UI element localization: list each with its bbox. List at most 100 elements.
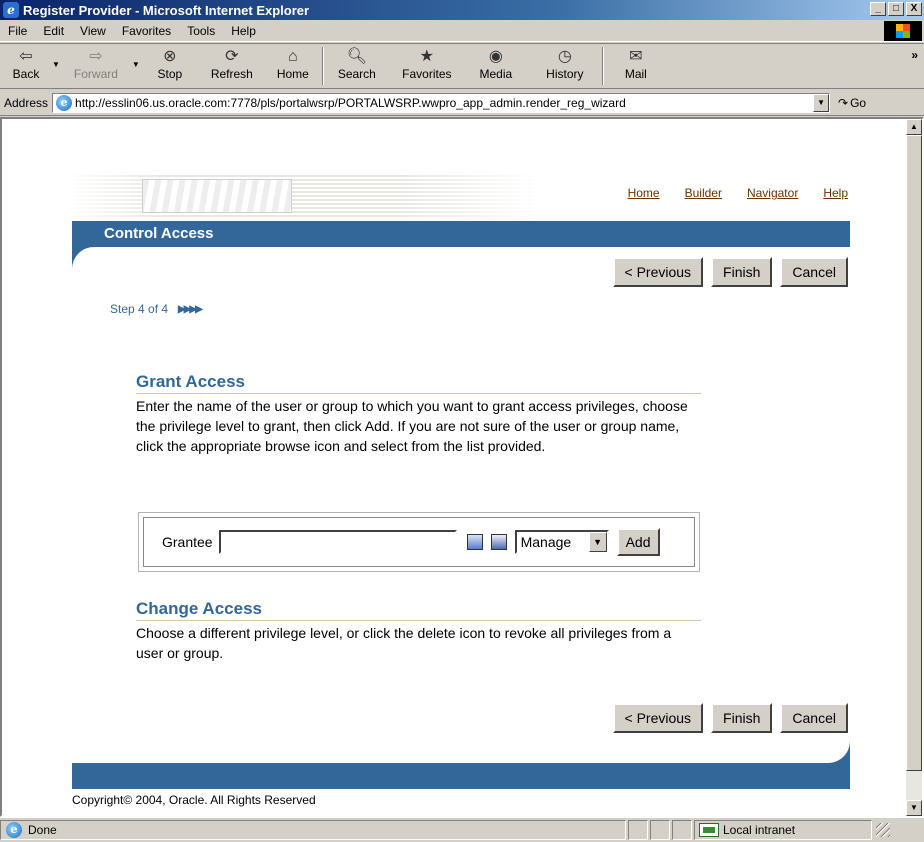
link-navigator[interactable]: Navigator: [747, 186, 798, 200]
search-button[interactable]: 🔍︎ Search: [324, 44, 390, 88]
finish-button-bottom[interactable]: Finish: [711, 703, 773, 733]
step-arrows-icon: ▶▶▶▶: [178, 303, 203, 315]
cancel-button-top[interactable]: Cancel: [780, 257, 848, 287]
toolbar-overflow-chevron[interactable]: »: [911, 48, 918, 62]
grantee-input[interactable]: [218, 530, 457, 554]
grant-access-heading: Grant Access: [136, 372, 701, 394]
home-icon: ⌂: [288, 48, 298, 65]
change-access-description: Choose a different privilege level, or c…: [136, 625, 672, 661]
cancel-button-bottom[interactable]: Cancel: [780, 703, 848, 733]
step-text: Step 4 of 4: [110, 302, 169, 316]
vertical-scrollbar[interactable]: ▲ ▼: [906, 119, 922, 816]
browse-groups-icon[interactable]: [490, 534, 507, 550]
chevron-down-icon[interactable]: ▼: [588, 532, 607, 552]
favorites-icon: ★: [419, 48, 435, 65]
refresh-button[interactable]: ⟳ Refresh: [200, 44, 264, 88]
portal-logo: [142, 179, 292, 213]
title-bar: e Register Provider - Microsoft Internet…: [0, 0, 924, 20]
grantee-label: Grantee: [162, 534, 213, 550]
change-access-section: Change Access Choose a different privile…: [136, 599, 701, 663]
window-controls: _ □ X: [870, 2, 922, 16]
add-button[interactable]: Add: [616, 528, 660, 556]
history-button[interactable]: ◷ History: [528, 44, 602, 88]
stop-button[interactable]: ⊗ Stop: [140, 44, 200, 88]
menu-help[interactable]: Help: [223, 24, 264, 38]
grant-access-description: Enter the name of the user or group to w…: [136, 398, 688, 454]
browser-viewport: Home Builder Navigator Help Control Acce…: [0, 117, 924, 817]
zone-text: Local intranet: [723, 823, 796, 837]
privilege-selected: Manage: [520, 534, 572, 550]
grant-access-section: Grant Access Enter the name of the user …: [136, 372, 701, 456]
header-bar: Control Access: [72, 221, 850, 247]
search-label: Search: [337, 67, 376, 81]
link-help[interactable]: Help: [823, 186, 848, 200]
refresh-icon: ⟳: [225, 48, 239, 65]
address-label: Address: [4, 95, 49, 110]
page-icon: e: [56, 94, 73, 111]
back-arrow-icon: ⇦: [19, 48, 33, 65]
media-label: Media: [479, 67, 513, 81]
back-dropdown-icon[interactable]: ▼: [52, 60, 60, 69]
menu-bar: File Edit View Favorites Tools Help: [0, 20, 924, 42]
minimize-button[interactable]: _: [870, 2, 886, 16]
home-button[interactable]: ⌂ Home: [264, 44, 322, 88]
windows-logo: [884, 21, 922, 41]
media-icon: ◉: [488, 48, 503, 65]
header-curve-decoration: [72, 247, 102, 269]
status-text: Done: [28, 823, 57, 837]
security-zone: Local intranet: [694, 820, 872, 840]
wizard-step-indicator: Step 4 of 4 ▶▶▶▶: [110, 302, 203, 316]
address-input[interactable]: e http://esslin06.us.oracle.com:7778/pls…: [52, 92, 831, 113]
scroll-up-icon[interactable]: ▲: [906, 119, 922, 135]
maximize-button[interactable]: □: [888, 2, 904, 16]
scroll-down-icon[interactable]: ▼: [906, 800, 922, 816]
back-button[interactable]: ⇦ Back: [0, 44, 52, 88]
go-arrow-icon: ↷: [838, 95, 849, 110]
menu-edit[interactable]: Edit: [35, 24, 72, 38]
address-dropdown-icon[interactable]: ▼: [813, 93, 830, 112]
forward-button[interactable]: ⇨ Forward: [60, 44, 132, 88]
footer-curve-decoration: [820, 741, 850, 763]
ie-app-icon: e: [3, 2, 19, 18]
status-cell: [628, 820, 648, 840]
previous-button-top[interactable]: < Previous: [612, 257, 704, 287]
forward-dropdown-icon[interactable]: ▼: [132, 60, 140, 69]
mail-button[interactable]: ✉ Mail: [604, 44, 668, 88]
favorites-button[interactable]: ★ Favorites: [390, 44, 464, 88]
status-cell: [672, 820, 692, 840]
toolbar: ⇦ Back ▼ ⇨ Forward ▼ ⊗ Stop ⟳ Refresh ⌂ …: [0, 43, 924, 89]
finish-button-top[interactable]: Finish: [711, 257, 773, 287]
media-button[interactable]: ◉ Media: [464, 44, 528, 88]
menu-favorites[interactable]: Favorites: [114, 24, 179, 38]
refresh-label: Refresh: [210, 67, 253, 81]
go-button[interactable]: ↷ Go: [838, 96, 866, 110]
stop-icon: ⊗: [163, 48, 177, 65]
back-label: Back: [12, 67, 40, 81]
resize-grip-icon[interactable]: [876, 823, 890, 837]
change-access-heading: Change Access: [136, 599, 701, 621]
privilege-select[interactable]: Manage ▼: [514, 530, 609, 554]
link-home[interactable]: Home: [628, 186, 660, 200]
footer-bar: [72, 763, 850, 789]
address-bar: Address e http://esslin06.us.oracle.com:…: [0, 90, 924, 116]
scroll-thumb[interactable]: [906, 135, 922, 771]
previous-button-bottom[interactable]: < Previous: [612, 703, 704, 733]
portal-page: Home Builder Navigator Help Control Acce…: [2, 119, 906, 815]
go-label: Go: [850, 95, 867, 110]
history-label: History: [546, 67, 584, 81]
menu-tools[interactable]: Tools: [179, 24, 223, 38]
menu-view[interactable]: View: [72, 24, 114, 38]
browse-users-icon[interactable]: [466, 534, 483, 550]
window-title: Register Provider - Microsoft Internet E…: [23, 2, 310, 18]
page-done-icon: e: [6, 822, 22, 838]
link-builder[interactable]: Builder: [685, 186, 722, 200]
mail-icon: ✉: [629, 48, 643, 65]
home-label: Home: [276, 67, 309, 81]
copyright-text: Copyright© 2004, Oracle. All Rights Rese…: [72, 793, 316, 807]
menu-file[interactable]: File: [0, 24, 35, 38]
forward-arrow-icon: ⇨: [89, 48, 103, 65]
close-button[interactable]: X: [906, 2, 922, 16]
stop-label: Stop: [157, 67, 183, 81]
intranet-icon: [699, 823, 719, 837]
top-button-row: < Previous Finish Cancel: [612, 257, 848, 287]
